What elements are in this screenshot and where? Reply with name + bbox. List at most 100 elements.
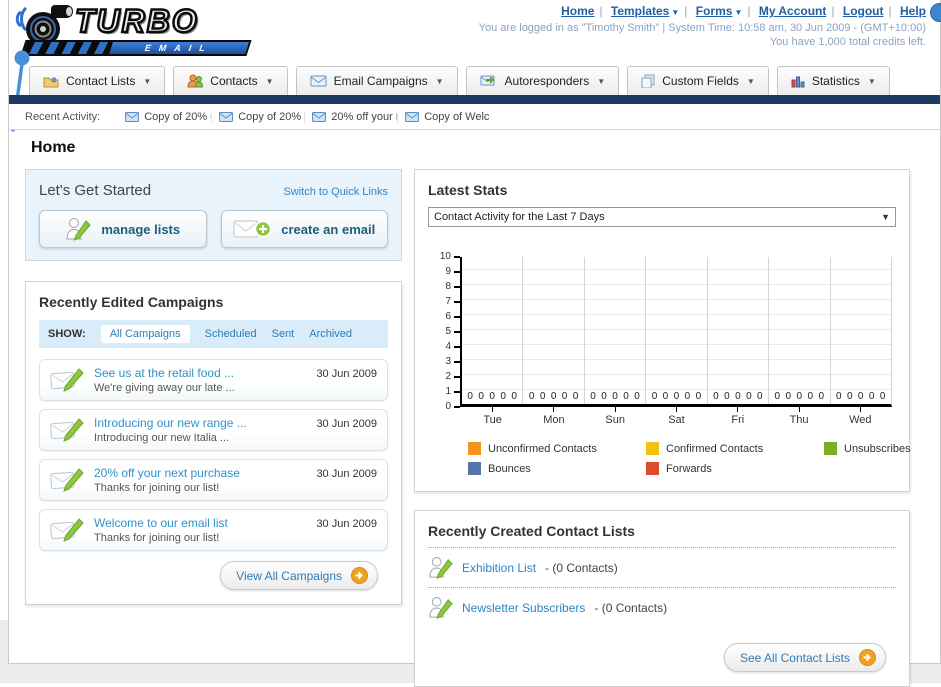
chart-plot-area: 00000 00000 00000 00000 00000 00000 00000 xyxy=(460,257,892,407)
campaign-date: 30 Jun 2009 xyxy=(316,368,377,380)
x-axis-label: Thu xyxy=(768,407,829,426)
campaign-subtitle: Introducing our new Italia ... xyxy=(94,432,230,444)
recent-activity-item[interactable]: Copy of 20% off yo xyxy=(118,111,211,123)
chart-day-group: 00000 xyxy=(583,257,645,404)
y-axis-tick: 10 xyxy=(440,252,460,262)
filter-scheduled[interactable]: Scheduled xyxy=(205,328,257,340)
filter-all-campaigns[interactable]: All Campaigns xyxy=(100,325,190,343)
contact-lists-icon xyxy=(43,77,59,88)
envelope-icon xyxy=(219,111,234,122)
campaign-row[interactable]: Introducing our new range ... Introducin… xyxy=(39,409,388,451)
create-email-button[interactable]: create an email xyxy=(220,210,388,248)
campaigns-title: Recently Edited Campaigns xyxy=(39,294,224,310)
tab-email-campaigns[interactable]: Email Campaigns ▼ xyxy=(295,66,458,95)
y-axis-tick: 4 xyxy=(445,342,460,352)
campaign-title-link[interactable]: 20% off your next purchase xyxy=(94,465,306,481)
x-axis-label: Mon xyxy=(523,407,584,426)
main-nav-tabs: Contact Lists ▼ Contacts ▼ Email Campaigns… xyxy=(29,66,890,95)
tab-contacts[interactable]: Contacts ▼ xyxy=(173,66,288,95)
arrow-circle-icon xyxy=(859,649,876,666)
select-caret-icon: ▼ xyxy=(881,212,890,222)
legend-item: Forwards xyxy=(646,462,824,475)
legend-item: Bounces xyxy=(468,462,646,475)
top-link-my-account[interactable]: My Account xyxy=(759,4,827,18)
header: TURBO EMAIL Home | Templates ▼ | Forms ▼ | My… xyxy=(9,0,941,132)
help-bubble-icon[interactable] xyxy=(930,3,941,22)
header-right: Home | Templates ▼ | Forms ▼ | My Account | Lo… xyxy=(479,4,926,48)
tab-custom-fields[interactable]: Custom Fields ▼ xyxy=(627,66,769,95)
chart-day-group: 00000 xyxy=(462,257,522,404)
legend-item: Unconfirmed Contacts xyxy=(468,442,646,455)
chart-value-labels: 00000 xyxy=(835,391,886,402)
campaign-date: 30 Jun 2009 xyxy=(316,518,377,530)
login-status-text: You are logged in as "Timothy Smith" | S… xyxy=(478,22,926,34)
statistics-icon xyxy=(791,76,805,87)
top-link-logout[interactable]: Logout xyxy=(843,4,884,18)
tab-contact-lists[interactable]: Contact Lists ▼ xyxy=(29,66,166,95)
top-link-forms[interactable]: Forms xyxy=(696,4,733,18)
campaign-subtitle: We're giving away our late ... xyxy=(94,382,235,394)
campaign-row[interactable]: Welcome to our email list Thanks for joi… xyxy=(39,509,388,551)
contact-list-item[interactable]: Newsletter Subscribers - (0 Contacts) xyxy=(428,587,896,627)
envelope-pencil-icon xyxy=(50,517,84,542)
recent-activity-item[interactable]: 20% off your next p xyxy=(304,110,397,123)
contact-list-item[interactable]: Exhibition List - (0 Contacts) xyxy=(428,547,896,587)
tab-statistics[interactable]: Statistics ▼ xyxy=(776,66,890,95)
dropdown-arrow-icon: ▼ xyxy=(143,76,152,86)
filter-sent[interactable]: Sent xyxy=(272,328,295,340)
filter-archived[interactable]: Archived xyxy=(309,328,352,340)
x-axis-label: Fri xyxy=(707,407,768,426)
contact-list-link[interactable]: Exhibition List xyxy=(462,561,536,575)
y-axis-tick: 0 xyxy=(445,402,460,412)
page-title: Home xyxy=(31,139,76,156)
y-axis-tick: 8 xyxy=(445,282,460,292)
dropdown-arrow-icon: ▼ xyxy=(867,76,876,86)
chart-day-group: 00000 xyxy=(768,257,829,404)
x-axis-label: Wed xyxy=(830,407,891,426)
campaign-row[interactable]: 20% off your next purchase Thanks for jo… xyxy=(39,459,388,501)
contact-list-count: - (0 Contacts) xyxy=(545,560,618,575)
logo-banner: EMAIL xyxy=(20,40,252,56)
chart-day-group: 00000 xyxy=(706,257,768,404)
campaign-title-link[interactable]: Welcome to our email list xyxy=(94,515,306,531)
dropdown-arrow-icon: ▼ xyxy=(734,8,743,17)
campaign-row[interactable]: See us at the retail food ... We're givi… xyxy=(39,359,388,401)
campaigns-filter-bar: SHOW: All Campaigns Scheduled Sent Archi… xyxy=(39,320,388,348)
dropdown-arrow-icon: ▼ xyxy=(265,76,274,86)
envelope-plus-icon xyxy=(233,220,272,238)
legend-item: Unsubscribes xyxy=(824,442,911,455)
switch-quick-links-link[interactable]: Switch to Quick Links xyxy=(283,186,388,198)
navy-divider-bar xyxy=(9,95,940,104)
see-all-contact-lists-button[interactable]: See All Contact Lists xyxy=(723,643,886,672)
top-link-home[interactable]: Home xyxy=(561,4,594,18)
recent-activity-item[interactable]: Copy of 20% off yo xyxy=(211,110,304,123)
chart-value-labels: 00000 xyxy=(590,391,640,402)
logo-subtitle: EMAIL xyxy=(143,43,215,53)
person-pencil-icon xyxy=(66,218,92,241)
envelope-pencil-icon xyxy=(50,467,84,492)
contact-list-link[interactable]: Newsletter Subscribers xyxy=(462,601,585,615)
top-link-help[interactable]: Help xyxy=(900,4,926,18)
arrow-circle-icon xyxy=(351,567,368,584)
credits-text: You have 1,000 total credits left. xyxy=(769,36,926,48)
campaign-title-link[interactable]: Introducing our new range ... xyxy=(94,415,306,431)
autoresponders-icon xyxy=(480,75,495,85)
email-campaigns-icon xyxy=(310,75,327,87)
y-axis-tick: 2 xyxy=(445,372,460,382)
envelope-pencil-icon xyxy=(50,417,84,442)
y-axis-tick: 6 xyxy=(445,312,460,322)
top-link-templates[interactable]: Templates xyxy=(611,4,669,18)
recent-activity-item[interactable]: Copy of Welcome to xyxy=(397,110,490,123)
recent-activity-bar: Recent Activity: Copy of 20% off yo Copy… xyxy=(9,104,940,130)
recently-edited-campaigns-panel: Recently Edited Campaigns SHOW: All Camp… xyxy=(25,281,402,605)
campaign-title-link[interactable]: See us at the retail food ... xyxy=(94,365,306,381)
manage-lists-button[interactable]: manage lists xyxy=(39,210,207,248)
x-axis-label: Sun xyxy=(585,407,646,426)
campaigns-list: See us at the retail food ... We're givi… xyxy=(39,359,388,551)
tab-autoresponders[interactable]: Autoresponders ▼ xyxy=(465,66,620,95)
chart-value-labels: 00000 xyxy=(774,391,825,402)
stats-period-select[interactable]: Contact Activity for the Last 7 Days ▼ xyxy=(428,207,896,227)
chart-y-axis: 0 1 2 3 4 5 6 7 8 9 10 xyxy=(434,252,460,412)
campaign-date: 30 Jun 2009 xyxy=(316,418,377,430)
view-all-campaigns-button[interactable]: View All Campaigns xyxy=(220,561,378,590)
